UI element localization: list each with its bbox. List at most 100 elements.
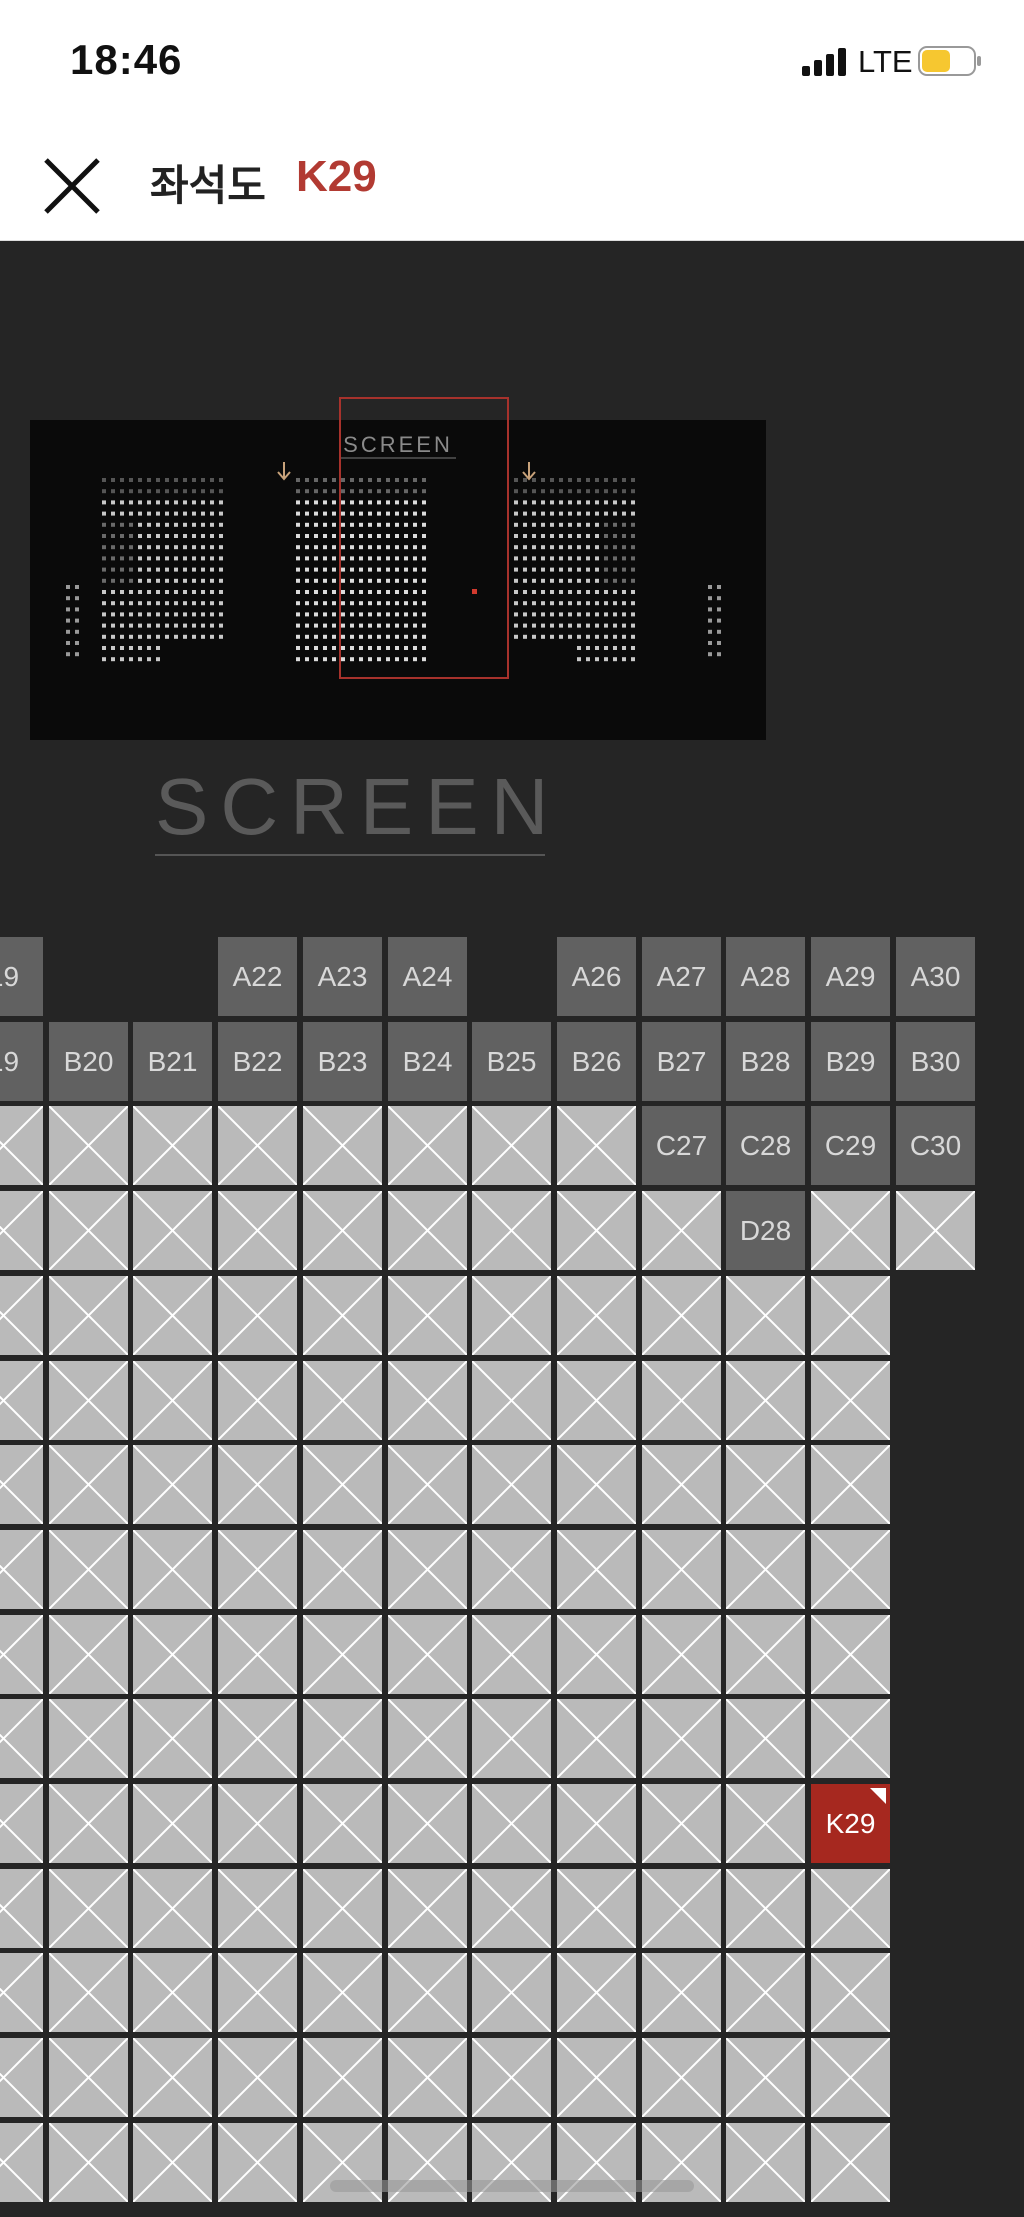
seat-sold [811,2123,890,2202]
home-indicator[interactable] [330,2180,694,2192]
seat-sold [0,1361,43,1440]
sold-x-icon [49,1784,128,1863]
seat-sold [0,1191,43,1270]
seat-available[interactable]: B24 [388,1022,467,1101]
seat-available[interactable]: B23 [303,1022,382,1101]
sold-x-icon [557,2038,636,2117]
seat-sold [49,1953,128,2032]
seat-available[interactable]: B28 [726,1022,805,1101]
seat-available[interactable]: A24 [388,937,467,1016]
seat-selected[interactable]: K29 [811,1784,890,1863]
seat-sold [218,1361,297,1440]
seat-label: C27 [655,1129,708,1161]
seat-available[interactable]: B26 [557,1022,636,1101]
seat-available[interactable]: A22 [218,937,297,1016]
seat-label: A29 [825,960,876,992]
seat-available[interactable]: C28 [726,1106,805,1185]
seat-available[interactable]: 19 [0,937,43,1016]
seat-available[interactable]: B20 [49,1022,128,1101]
sold-x-icon [472,1869,551,1948]
seat-sold [303,2038,382,2117]
sold-x-icon [726,1361,805,1440]
seat-available[interactable]: B29 [811,1022,890,1101]
sold-x-icon [472,1784,551,1863]
sold-x-icon [218,1276,297,1355]
seat-sold [218,1106,297,1185]
seat-sold [218,1784,297,1863]
seat-available[interactable]: B22 [218,1022,297,1101]
seat-sold [726,1361,805,1440]
seat-sold [133,1699,212,1778]
sold-x-icon [472,1276,551,1355]
seat-available[interactable]: C30 [896,1106,975,1185]
sold-x-icon [726,1699,805,1778]
seat-sold [218,2123,297,2202]
seat-label: A26 [571,960,622,992]
seat-sold [303,1361,382,1440]
minimap-screen-label: SCREEN [343,432,453,457]
seat-sold [811,1953,890,2032]
sold-x-icon [218,1191,297,1270]
sold-x-icon [303,1276,382,1355]
sold-x-icon [303,1869,382,1948]
sold-x-icon [133,1276,212,1355]
sold-x-icon [303,1191,382,1270]
seat-available[interactable]: A29 [811,937,890,1016]
sold-x-icon [133,1361,212,1440]
close-icon[interactable] [36,150,108,222]
seat-available[interactable]: B30 [896,1022,975,1101]
sold-x-icon [303,1699,382,1778]
seat-available[interactable]: A23 [303,937,382,1016]
seat-available[interactable]: A26 [557,937,636,1016]
sold-x-icon [49,1445,128,1524]
seat-sold [811,1615,890,1694]
seat-sold [472,2038,551,2117]
seat-available[interactable]: C27 [642,1106,721,1185]
selected-corner-icon [870,1788,886,1804]
seat-label: D28 [739,1214,792,1246]
sold-x-icon [133,1784,212,1863]
sold-x-icon [642,1445,721,1524]
seat-sold [388,1953,467,2032]
sold-x-icon [133,1191,212,1270]
seat-available[interactable]: A28 [726,937,805,1016]
seat-sold [49,1276,128,1355]
seat-label: B29 [825,1045,876,1077]
sold-x-icon [218,1784,297,1863]
seat-sold [472,1106,551,1185]
arrow-down-icon [277,462,291,481]
seat-available[interactable]: D28 [726,1191,805,1270]
sold-x-icon [133,1445,212,1524]
seat-available[interactable]: C29 [811,1106,890,1185]
sold-x-icon [642,1784,721,1863]
seat-map-area[interactable]: SCREEN SCREEN 19 A22 A23 A24 A26 A27 A28 A29 A30… [0,240,1024,2217]
sold-x-icon [642,1615,721,1694]
seat-sold [472,1445,551,1524]
seat-available[interactable]: 19 [0,1022,43,1101]
seat-label: A30 [910,960,961,992]
sold-x-icon [0,1530,43,1609]
seat-sold [811,1869,890,1948]
seat-sold [642,1361,721,1440]
seat-available[interactable]: B25 [472,1022,551,1101]
sold-x-icon [49,2123,128,2202]
seat-sold [642,1953,721,2032]
seat-sold [557,1784,636,1863]
seat-label: A27 [656,960,707,992]
seat-sold [726,1615,805,1694]
sold-x-icon [557,1869,636,1948]
seat-sold [726,1953,805,2032]
sold-x-icon [472,2038,551,2117]
seat-sold [472,1530,551,1609]
sold-x-icon [726,1530,805,1609]
sold-x-icon [811,1445,890,1524]
seat-available[interactable]: A27 [642,937,721,1016]
seat-available[interactable]: B21 [133,1022,212,1101]
seat-label: B20 [63,1045,114,1077]
seat-sold [218,1699,297,1778]
seat-available[interactable]: B27 [642,1022,721,1101]
seat-label: B21 [147,1045,198,1077]
sold-x-icon [133,1699,212,1778]
seat-available[interactable]: A30 [896,937,975,1016]
sold-x-icon [388,2038,467,2117]
